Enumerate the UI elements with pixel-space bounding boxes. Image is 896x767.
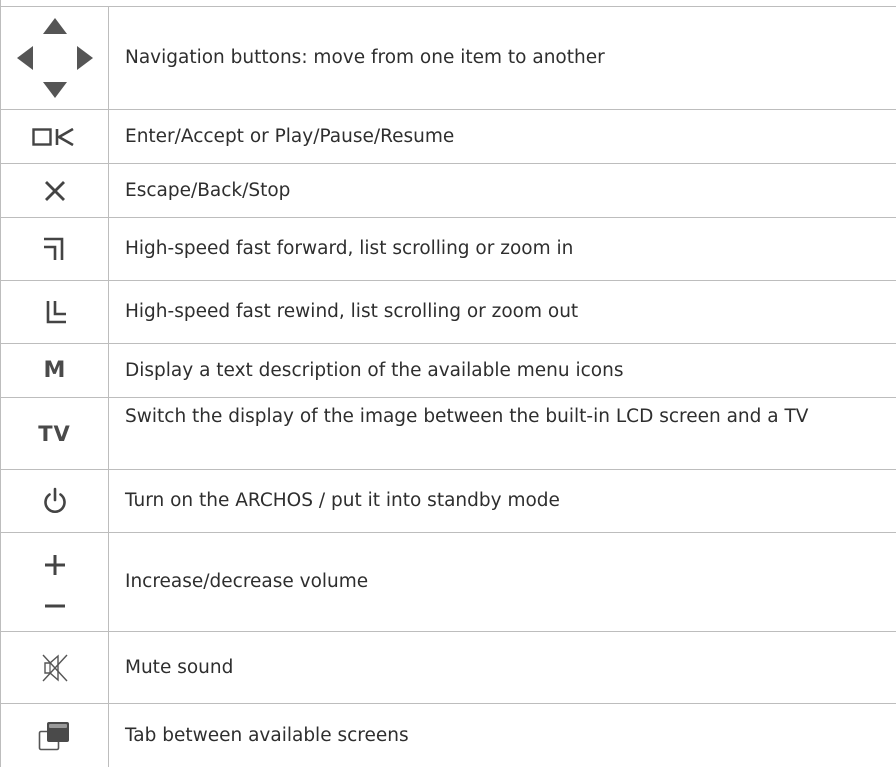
mute-icon	[41, 653, 69, 683]
close-x-icon	[44, 180, 66, 201]
table-row: Escape/Back/Stop	[1, 163, 896, 217]
icon-cell	[1, 218, 109, 280]
row-description: Mute sound	[125, 656, 234, 678]
power-icon	[42, 487, 68, 515]
table-row: Mute sound	[1, 631, 896, 703]
volume-plus-minus-icon	[43, 554, 67, 610]
icon-cell	[1, 164, 109, 217]
row-description: Tab between available screens	[125, 724, 409, 746]
menu-m-icon: M	[43, 358, 66, 383]
navigation-arrows-icon	[16, 18, 93, 98]
icon-cell	[1, 281, 109, 343]
row-description: Switch the display of the image between …	[125, 406, 809, 427]
ok-icon	[31, 127, 78, 146]
row-description: Navigation buttons: move from one item t…	[125, 47, 605, 68]
table-row: Turn on the ARCHOS / put it into standby…	[1, 469, 896, 532]
row-description: Display a text description of the availa…	[125, 359, 624, 381]
icon-cell	[1, 7, 109, 109]
table-row: High-speed fast rewind, list scrolling o…	[1, 280, 896, 343]
tv-icon: TV	[38, 421, 71, 446]
table-row: Enter/Accept or Play/Pause/Resume	[1, 109, 896, 163]
table-row: High-speed fast forward, list scrolling …	[1, 217, 896, 280]
icon-cell: TV	[1, 398, 109, 469]
table-row: Increase/decrease volume	[1, 532, 896, 631]
icon-cell: M	[1, 344, 109, 397]
icon-cell	[1, 470, 109, 532]
table-row: TV Switch the display of the image betwe…	[1, 397, 896, 469]
table-row: M Display a text description of the avai…	[1, 343, 896, 397]
icon-cell	[1, 632, 109, 703]
button-legend-table: Navigation buttons: move from one item t…	[0, 0, 896, 767]
screens-tab-icon	[38, 720, 72, 752]
row-description: High-speed fast forward, list scrolling …	[125, 238, 574, 259]
row-description: Enter/Accept or Play/Pause/Resume	[125, 125, 455, 147]
table-row: Navigation buttons: move from one item t…	[1, 6, 896, 109]
row-description: Turn on the ARCHOS / put it into standby…	[125, 490, 560, 511]
row-description: Increase/decrease volume	[125, 571, 369, 592]
rewind-corner-icon	[42, 299, 68, 325]
row-description: Escape/Back/Stop	[125, 179, 291, 201]
fast-forward-corner-icon	[42, 236, 68, 262]
row-description: High-speed fast rewind, list scrolling o…	[125, 301, 579, 322]
icon-cell	[1, 533, 109, 631]
icon-cell	[1, 110, 109, 163]
icon-cell	[1, 704, 109, 767]
table-row: Tab between available screens	[1, 703, 896, 767]
